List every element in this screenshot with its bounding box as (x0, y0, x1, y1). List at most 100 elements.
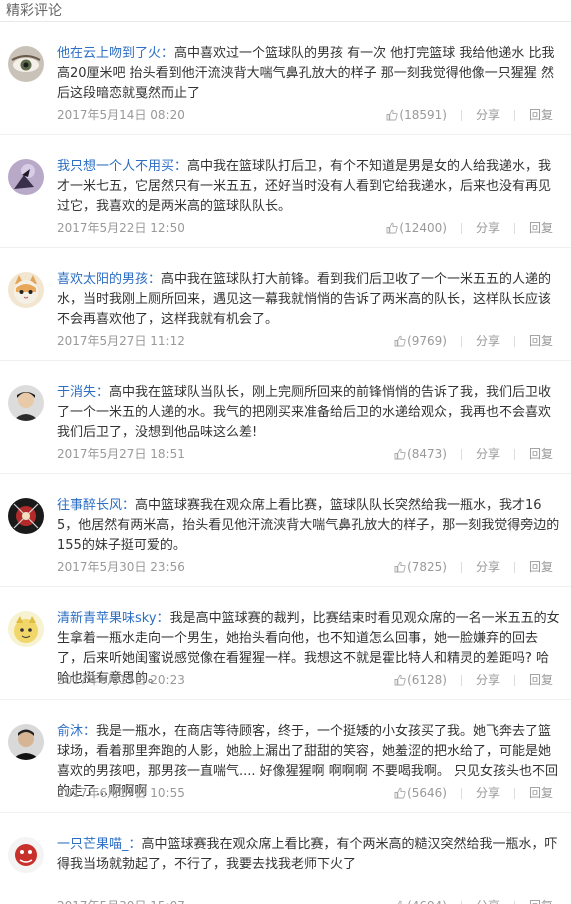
comment-item: 俞沐：我是一瓶水，在商店等待顾客，终于，一个挺矮的小女孩买了我。她飞奔去了篮球场… (0, 700, 571, 813)
like-button[interactable]: (8473) (394, 445, 447, 463)
username-colon: ： (128, 837, 142, 852)
comment-actions: (4694) 分享 回复 (394, 897, 553, 904)
comment-actions: (18591) 分享 回复 (386, 106, 553, 124)
like-count: (4694) (407, 897, 447, 904)
divider (513, 335, 515, 347)
avatar[interactable] (8, 837, 44, 873)
like-button[interactable]: (4694) (394, 897, 447, 904)
username-colon: ： (122, 498, 136, 513)
comment-item: 一只芒果喵_：高中篮球赛我在观众席上看比赛，有个两米高的糙汉突然给我一瓶水，吓得… (0, 813, 571, 904)
comment-list: 他在云上吻到了火：高中喜欢过一个篮球队的男孩 有一次 他打完篮球 我给他递水 比… (0, 22, 571, 904)
share-button[interactable]: 分享 (476, 445, 500, 463)
reply-button[interactable]: 回复 (529, 445, 553, 463)
divider (513, 561, 515, 573)
like-count: (18591) (399, 108, 447, 122)
username-link[interactable]: 我只想一个人不用买 (57, 159, 174, 174)
like-button[interactable]: (6128) (394, 671, 447, 689)
divider (513, 674, 515, 686)
share-button[interactable]: 分享 (476, 219, 500, 237)
section-title: 精彩评论 (0, 0, 571, 22)
avatar[interactable] (8, 46, 44, 82)
like-button[interactable]: (9769) (394, 332, 447, 350)
avatar[interactable] (8, 272, 44, 308)
username-colon: ： (83, 724, 97, 739)
like-count: (6128) (407, 673, 447, 687)
comment-meta: 2017年5月22日 12:50 (12400) 分享 回复 (57, 219, 553, 237)
comment-actions: (8473) 分享 回复 (394, 445, 553, 463)
username-link[interactable]: 往事醉长风 (57, 498, 122, 513)
divider (513, 787, 515, 799)
thumbs-up-icon (394, 561, 407, 573)
username-colon: ： (156, 611, 170, 626)
share-button[interactable]: 分享 (476, 897, 500, 904)
comment-date: 2017年5月30日 23:56 (57, 560, 185, 574)
comment-meta: 2017年5月27日 11:12 (9769) 分享 回复 (57, 332, 553, 350)
divider (513, 222, 515, 234)
avatar[interactable] (8, 159, 44, 195)
avatar[interactable] (8, 724, 44, 760)
username-colon: ： (96, 385, 110, 400)
divider (513, 448, 515, 460)
username-link[interactable]: 清新青苹果味sky (57, 611, 157, 626)
divider (460, 222, 462, 234)
username-link[interactable]: 俞沐 (57, 724, 83, 739)
comment-item: 于消失：高中我在篮球队当队长，刚上完厕所回来的前锋悄悄的告诉了我，我们后卫收了一… (0, 361, 571, 474)
comment-item: 喜欢太阳的男孩：高中我在篮球队打大前锋。看到我们后卫收了一个一米五五的人递的水，… (0, 248, 571, 361)
comment-date: 2017年5月14日 08:20 (57, 108, 185, 122)
username-link[interactable]: 于消失 (57, 385, 96, 400)
like-count: (5646) (407, 786, 447, 800)
like-button[interactable]: (7825) (394, 558, 447, 576)
comment-date: 2017年5月30日 15:07 (57, 897, 185, 904)
reply-button[interactable]: 回复 (529, 897, 553, 904)
like-count: (9769) (407, 334, 447, 348)
divider (460, 448, 462, 460)
divider (460, 109, 462, 121)
divider (460, 561, 462, 573)
comments-page: 精彩评论 他在云上吻到了火：高中喜欢过一个篮球队的男孩 有一次 他打完篮球 我给… (0, 0, 571, 904)
username-link[interactable]: 一只芒果喵_ (57, 837, 129, 852)
comment-meta: 2017年5月27日 18:51 (8473) 分享 回复 (57, 445, 553, 463)
thumbs-up-icon (394, 900, 407, 904)
share-button[interactable]: 分享 (476, 784, 500, 802)
like-button[interactable]: (5646) (394, 784, 447, 802)
username-colon: ： (148, 272, 162, 287)
like-count: (12400) (399, 221, 447, 235)
like-button[interactable]: (18591) (386, 106, 447, 124)
divider (460, 335, 462, 347)
reply-button[interactable]: 回复 (529, 106, 553, 124)
reply-button[interactable]: 回复 (529, 671, 553, 689)
comment-item: 清新青苹果味sky：我是高中篮球赛的裁判，比赛结束时看见观众席的一名一米五五的女… (0, 587, 571, 700)
share-button[interactable]: 分享 (476, 332, 500, 350)
divider (460, 787, 462, 799)
comment-meta: 2017年5月14日 08:20 (18591) 分享 回复 (57, 106, 553, 124)
username-colon: ： (161, 46, 175, 61)
username-link[interactable]: 喜欢太阳的男孩 (57, 272, 148, 287)
comment-date: 2017年5月27日 11:12 (57, 334, 185, 348)
comment-date: 2017年5月27日 18:51 (57, 447, 185, 461)
reply-button[interactable]: 回复 (529, 219, 553, 237)
comment-date: 2017年6月13日 20:23 (57, 673, 185, 687)
comment-body: 我只想一个人不用买：高中我在篮球队打后卫，有个不知道是男是女的人给我递水，我才一… (57, 157, 561, 217)
avatar[interactable] (8, 498, 44, 534)
comment-actions: (12400) 分享 回复 (386, 219, 553, 237)
reply-button[interactable]: 回复 (529, 784, 553, 802)
share-button[interactable]: 分享 (476, 671, 500, 689)
divider (513, 900, 515, 904)
thumbs-up-icon (394, 674, 407, 686)
thumbs-up-icon (386, 109, 399, 121)
comment-body: 一只芒果喵_：高中篮球赛我在观众席上看比赛，有个两米高的糙汉突然给我一瓶水，吓得… (57, 835, 561, 875)
avatar[interactable] (8, 611, 44, 647)
share-button[interactable]: 分享 (476, 558, 500, 576)
comment-meta: 2017年5月30日 23:56 (7825) 分享 回复 (57, 558, 553, 576)
comment-actions: (6128) 分享 回复 (394, 671, 553, 689)
like-button[interactable]: (12400) (386, 219, 447, 237)
comment-body: 他在云上吻到了火：高中喜欢过一个篮球队的男孩 有一次 他打完篮球 我给他递水 比… (57, 44, 561, 104)
reply-button[interactable]: 回复 (529, 558, 553, 576)
avatar[interactable] (8, 385, 44, 421)
comment-actions: (5646) 分享 回复 (394, 784, 553, 802)
reply-button[interactable]: 回复 (529, 332, 553, 350)
comment-actions: (9769) 分享 回复 (394, 332, 553, 350)
share-button[interactable]: 分享 (476, 106, 500, 124)
username-colon: ： (174, 159, 188, 174)
username-link[interactable]: 他在云上吻到了火 (57, 46, 161, 61)
